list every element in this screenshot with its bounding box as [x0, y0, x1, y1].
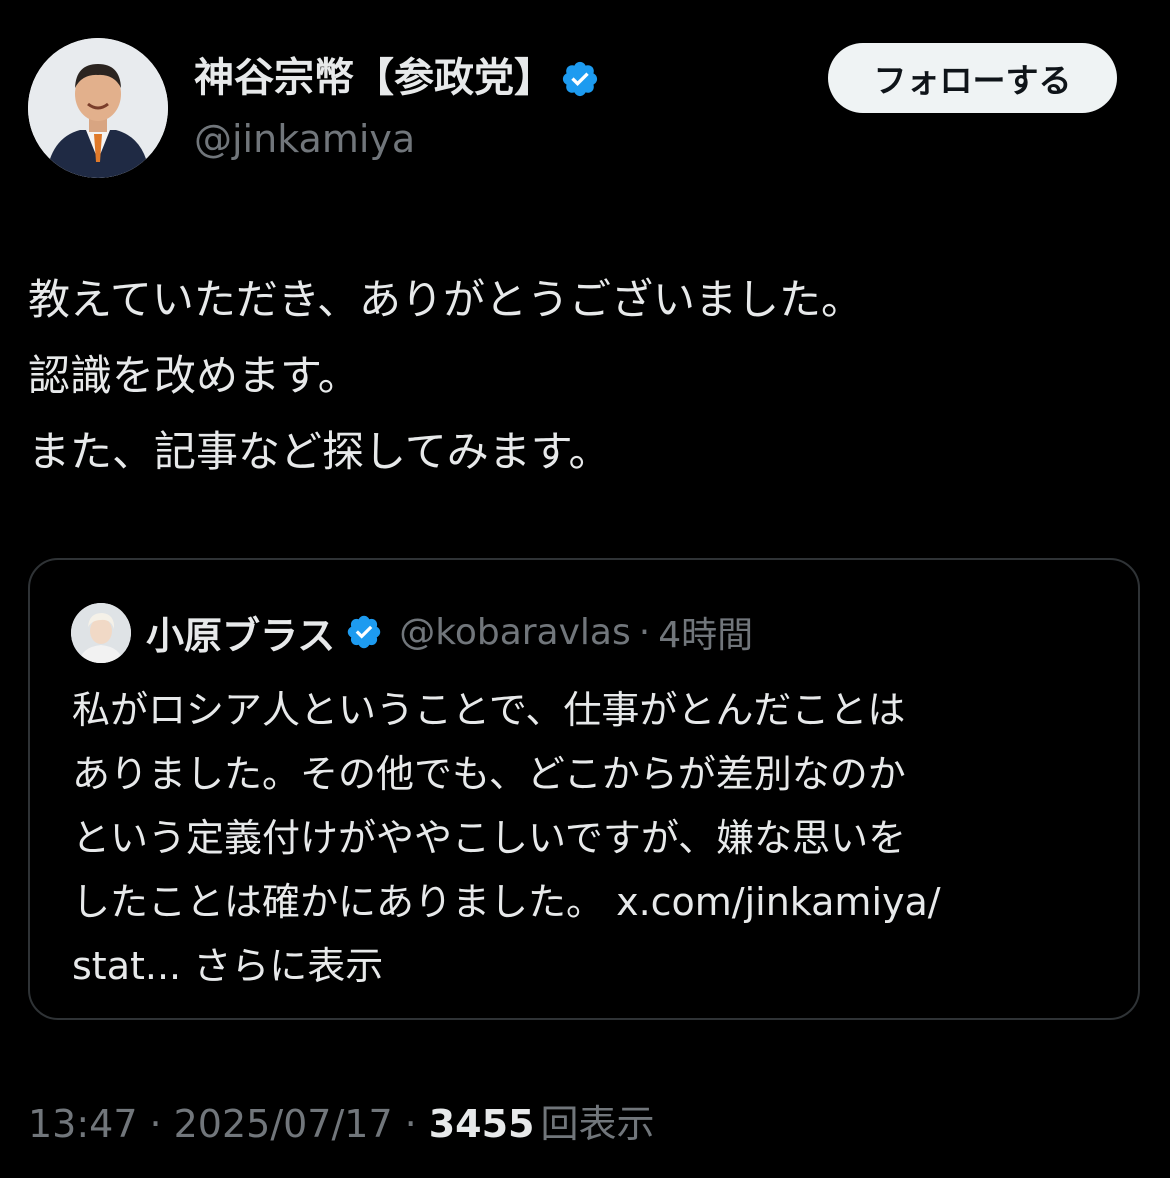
author-handle[interactable]: @jinkamiya: [194, 112, 415, 166]
tweet-date[interactable]: 2025/07/17: [174, 1096, 393, 1152]
quoted-author-name[interactable]: 小原ブラス: [146, 605, 335, 660]
tweet-text: 教えていただき、ありがとうございました。 認識を改めます。 また、記事など探して…: [28, 262, 1138, 490]
quoted-tweet-last-line: stat... さらに表示: [72, 934, 1112, 998]
follow-button[interactable]: フォローする: [828, 43, 1117, 113]
quoted-author-handle[interactable]: @kobaravlas: [399, 612, 631, 653]
author-name[interactable]: 神谷宗幣【参政党】: [194, 50, 600, 106]
quoted-author-avatar[interactable]: [71, 603, 131, 663]
tweet-meta: 13:47 · 2025/07/17 · 3455 回表示: [28, 1096, 655, 1152]
separator-dot: ·: [404, 1102, 417, 1146]
author-name-text[interactable]: 神谷宗幣【参政党】: [194, 50, 554, 106]
truncated-link[interactable]: stat...: [72, 944, 181, 988]
quoted-tweet-card[interactable]: 小原ブラス @kobaravlas · 4時間 私がロシア人ということで、仕事が…: [28, 558, 1140, 1020]
show-more-link[interactable]: さらに表示: [193, 944, 383, 988]
quoted-tweet-text: 私がロシア人ということで、仕事がとんだことは ありました。その他でも、どこからが…: [72, 678, 1112, 998]
quoted-tweet-line: という定義付けがややこしいですが、嫌な思いを: [72, 816, 907, 860]
quoted-tweet-line: 私がロシア人ということで、仕事がとんだことは: [72, 688, 906, 732]
tweet-time[interactable]: 13:47: [28, 1096, 138, 1152]
separator-dot: ·: [149, 1102, 162, 1146]
tweet-line: 教えていただき、ありがとうございました。: [28, 275, 863, 324]
verified-badge-icon: [345, 613, 383, 651]
quoted-tweet-line: ありました。その他でも、どこからが差別なのか: [72, 752, 906, 796]
quoted-tweet-time[interactable]: 4時間: [658, 606, 753, 658]
tweet-line: 認識を改めます。: [28, 351, 360, 400]
quoted-tweet-header: 小原ブラス @kobaravlas · 4時間: [146, 604, 753, 660]
tweet-line: また、記事など探してみます。: [28, 427, 611, 476]
view-count[interactable]: 3455: [429, 1096, 535, 1152]
author-avatar[interactable]: [28, 38, 168, 178]
view-count-label: 回表示: [540, 1102, 655, 1146]
quoted-tweet-line: したことは確かにありました。 x.com/jinkamiya/: [72, 880, 941, 924]
verified-badge-icon: [560, 58, 600, 98]
separator-dot: ·: [638, 611, 651, 653]
